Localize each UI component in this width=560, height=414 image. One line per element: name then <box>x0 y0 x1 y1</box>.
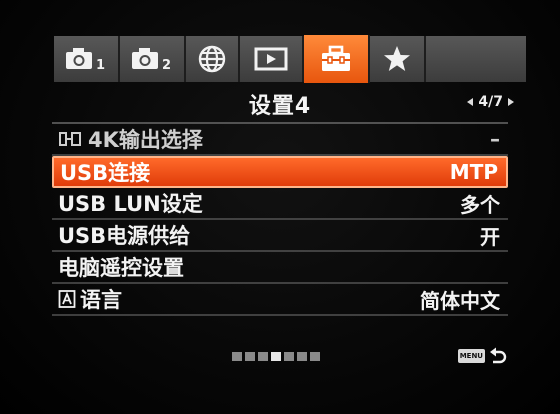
menu-item-value: 多个 <box>460 192 500 217</box>
menu-item-label: USB连接 <box>60 161 151 185</box>
tab-network[interactable] <box>186 36 240 82</box>
page-dot <box>258 352 268 361</box>
menu-item-value: MTP <box>449 160 498 184</box>
camera-menu-screen: 1 2 设置4 4/7 4K输出选择 – USB连接 MTP USB LUN设定… <box>0 0 560 414</box>
camera-icon: 1 <box>66 48 105 73</box>
tab-setup[interactable] <box>304 35 370 83</box>
menu-item-value: 开 <box>480 224 500 249</box>
page-dot <box>310 352 320 361</box>
menu-item-pc-remote[interactable]: 电脑遥控设置 <box>52 252 508 284</box>
tab-bar-filler <box>426 36 526 82</box>
tab-camera-2-number: 2 <box>162 58 171 73</box>
language-icon <box>58 290 76 308</box>
play-icon <box>254 47 288 71</box>
page-dot <box>245 352 255 361</box>
menu-badge: MENU <box>457 349 485 363</box>
page-prev-icon[interactable] <box>467 98 474 106</box>
menu-item-label: 4K输出选择 <box>88 128 203 152</box>
globe-icon <box>198 45 226 73</box>
menu-item-usb-connection[interactable]: USB连接 MTP <box>52 156 508 188</box>
menu-item-label: USB LUN设定 <box>58 192 203 216</box>
menu-item-usb-lun[interactable]: USB LUN设定 多个 <box>52 188 508 220</box>
camera-icon: 2 <box>132 48 171 73</box>
tab-playback[interactable] <box>240 36 304 82</box>
menu-item-value: 简体中文 <box>420 288 500 313</box>
return-arrow-icon <box>490 347 507 364</box>
menu-item-language[interactable]: 语言 简体中文 <box>52 284 508 316</box>
tab-camera-1-number: 1 <box>96 58 105 73</box>
page-dot-current <box>271 352 281 361</box>
list-top-divider <box>52 122 508 124</box>
toolbox-icon <box>322 45 350 71</box>
menu-tab-bar: 1 2 <box>54 35 526 83</box>
menu-item-4k-output[interactable]: 4K输出选择 – <box>52 124 508 156</box>
menu-item-label: 电脑遥控设置 <box>58 256 184 280</box>
menu-item-value: – <box>490 127 500 151</box>
tab-my-menu[interactable] <box>370 36 426 82</box>
page-indicator[interactable]: 4/7 <box>467 94 514 110</box>
star-icon <box>384 46 410 71</box>
page-next-icon[interactable] <box>508 98 514 106</box>
page-number: 4/7 <box>478 94 503 110</box>
page-dot <box>297 352 307 361</box>
hdmi-output-icon <box>59 132 81 146</box>
menu-item-usb-power[interactable]: USB电源供给 开 <box>52 220 508 252</box>
page-dots <box>232 352 320 361</box>
menu-item-label: USB电源供给 <box>58 224 191 248</box>
page-dot <box>284 352 294 361</box>
tab-camera-1[interactable]: 1 <box>54 36 120 82</box>
page-dot <box>232 352 242 361</box>
tab-camera-2[interactable]: 2 <box>120 36 186 82</box>
menu-item-label: 语言 <box>80 288 122 312</box>
settings-list: 4K输出选择 – USB连接 MTP USB LUN设定 多个 USB电源供给 … <box>52 122 508 316</box>
menu-back-button[interactable]: MENU <box>457 346 508 366</box>
